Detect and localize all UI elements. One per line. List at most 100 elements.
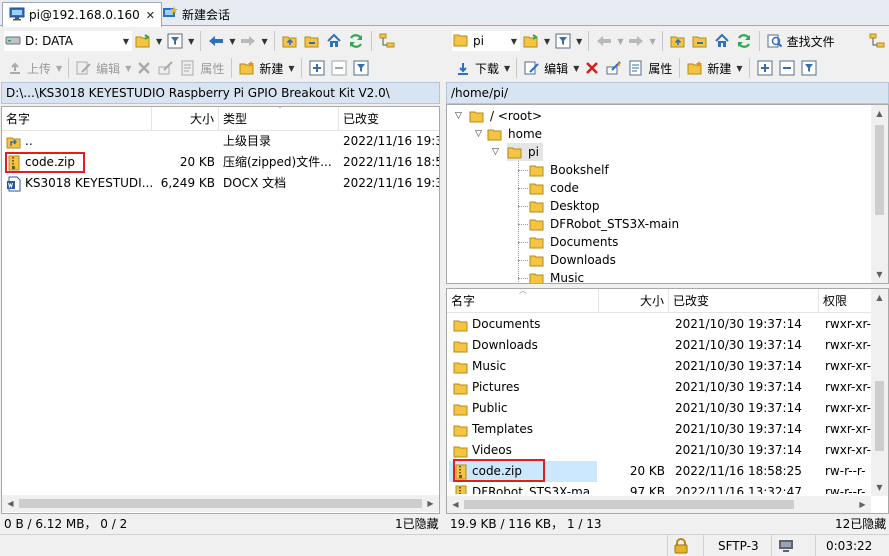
chevron-down-icon[interactable]: ▼ (511, 37, 517, 46)
chevron-down-icon[interactable]: ▼ (736, 64, 742, 73)
close-tab-icon[interactable]: ✕ (146, 9, 155, 22)
scroll-up-icon[interactable]: ▲ (871, 105, 888, 122)
select-all-icon[interactable] (755, 58, 775, 78)
scroll-thumb[interactable] (464, 500, 794, 509)
home-icon[interactable] (324, 31, 344, 51)
left-path-bar[interactable]: D:\...\KS3018 KEYESTUDIO Raspberry Pi GP… (1, 82, 440, 104)
table-row[interactable]: Music 2021/10/30 19:37:14 rwxr-xr- (447, 356, 888, 377)
edit-button[interactable]: 编辑 (73, 57, 123, 79)
new-button[interactable]: 新建 (684, 57, 734, 79)
new-button[interactable]: 新建 (236, 57, 286, 79)
chevron-down-icon[interactable]: ▼ (156, 37, 162, 46)
parent-directory-icon[interactable] (280, 31, 300, 51)
scroll-thumb[interactable] (19, 499, 422, 508)
filter-icon[interactable] (553, 31, 573, 51)
refresh-icon[interactable] (346, 31, 366, 51)
chevron-down-icon[interactable]: ▼ (288, 64, 294, 73)
chevron-down-icon[interactable]: ▼ (123, 37, 129, 46)
filter-icon[interactable] (165, 31, 185, 51)
tree-node-root[interactable]: / <root> (469, 107, 542, 125)
table-row[interactable]: Videos 2021/10/30 19:37:14 rwxr-xr- (447, 440, 888, 461)
scroll-down-icon[interactable]: ▼ (871, 266, 888, 283)
properties-button[interactable]: 属性 (625, 57, 675, 79)
table-row[interactable]: Downloads 2021/10/30 19:37:14 rwxr-xr- (447, 335, 888, 356)
left-horizontal-scrollbar[interactable]: ◀ ▶ (2, 495, 439, 512)
root-directory-icon[interactable] (690, 31, 710, 51)
remote-path-bar[interactable]: /home/pi/ (446, 82, 889, 104)
chevron-down-icon[interactable]: ▼ (188, 37, 194, 46)
column-header-modified[interactable]: 已改变 (339, 107, 439, 131)
tree-node-pi[interactable]: pi (507, 143, 543, 161)
tree-view-icon[interactable] (867, 31, 887, 51)
scroll-right-icon[interactable]: ▶ (422, 495, 439, 512)
delete-icon[interactable] (134, 58, 154, 78)
tree-node-downloads[interactable]: Downloads (529, 251, 616, 269)
deselect-icon[interactable] (777, 58, 797, 78)
scroll-thumb[interactable] (875, 381, 884, 451)
upload-button[interactable]: 上传 (4, 57, 54, 79)
file-list-horizontal-scrollbar[interactable]: ◀ ▶ (447, 496, 871, 513)
file-list-vertical-scrollbar[interactable]: ▲ ▼ (871, 289, 888, 496)
remote-directory-tree[interactable]: ▽ ▽ ▽ / <root> home pi Bookshelf code De… (446, 104, 889, 284)
local-file-list[interactable]: 名字 大小 类型 已改变 ﹀ .. 上级目录 2022/11/16 19:3 c… (1, 106, 440, 514)
filter-mask-icon[interactable] (351, 58, 371, 78)
tree-node-bookshelf[interactable]: Bookshelf (529, 161, 609, 179)
drive-selector[interactable]: D: DATA ▼ (4, 31, 132, 51)
refresh-icon[interactable] (734, 31, 754, 51)
chevron-down-icon[interactable]: ▼ (56, 64, 62, 73)
scroll-left-icon[interactable]: ◀ (447, 496, 464, 513)
column-header-name[interactable]: 名字 (2, 107, 152, 131)
tab-session-pi[interactable]: pi@192.168.0.160 ✕ (2, 2, 162, 27)
tab-new-session[interactable]: 新建会话 (156, 2, 240, 26)
scroll-up-icon[interactable]: ▲ (871, 289, 888, 306)
chevron-down-icon[interactable]: ▼ (544, 37, 550, 46)
tree-node-dfrobot[interactable]: DFRobot_STS3X-main (529, 215, 679, 233)
chevron-down-icon[interactable]: ▼ (504, 64, 510, 73)
scroll-thumb[interactable] (875, 125, 884, 215)
properties-button[interactable]: 属性 (177, 57, 227, 79)
tree-expander-icon[interactable]: ▽ (455, 111, 462, 121)
remote-file-list[interactable]: 名字 大小 已改变 权限 ︿ Documents 2021/10/30 19:3… (446, 288, 889, 514)
chevron-down-icon[interactable]: ▼ (649, 37, 655, 46)
table-row[interactable]: .. 上级目录 2022/11/16 19:3 (2, 131, 439, 152)
tree-expander-icon[interactable]: ▽ (475, 129, 482, 139)
filter-mask-icon[interactable] (799, 58, 819, 78)
edit-button[interactable]: 编辑 (521, 57, 571, 79)
delete-icon[interactable] (582, 58, 602, 78)
download-button[interactable]: 下载 (452, 57, 502, 79)
find-files-button[interactable]: 查找文件 (764, 30, 838, 52)
root-directory-icon[interactable] (302, 31, 322, 51)
tree-node-desktop[interactable]: Desktop (529, 197, 600, 215)
scroll-left-icon[interactable]: ◀ (2, 495, 19, 512)
chevron-down-icon[interactable]: ▼ (229, 37, 235, 46)
tree-node-music[interactable]: Music (529, 269, 584, 283)
scroll-down-icon[interactable]: ▼ (871, 479, 888, 496)
chevron-down-icon[interactable]: ▼ (617, 37, 623, 46)
table-row[interactable]: code.zip 20 KB 2022/11/16 18:58:25 rw-r-… (447, 461, 888, 482)
forward-arrow-icon[interactable] (238, 31, 258, 51)
home-icon[interactable] (712, 31, 732, 51)
table-row[interactable]: code.zip 20 KB 压缩(zipped)文件... 2022/11/1… (2, 152, 439, 173)
tree-node-code[interactable]: code (529, 179, 579, 197)
table-row[interactable]: Documents 2021/10/30 19:37:14 rwxr-xr- (447, 314, 888, 335)
table-row[interactable]: DFRobot_STS3X-ma... 97 KB 2022/11/16 13:… (447, 482, 888, 494)
rename-icon[interactable] (156, 58, 176, 78)
tree-vertical-scrollbar[interactable]: ▲ ▼ (871, 105, 888, 283)
table-row[interactable]: Templates 2021/10/30 19:37:14 rwxr-xr- (447, 419, 888, 440)
chevron-down-icon[interactable]: ▼ (125, 64, 131, 73)
chevron-down-icon[interactable]: ▼ (576, 37, 582, 46)
table-row[interactable]: KS3018 KEYESTUDI... 6,249 KB DOCX 文档 202… (2, 173, 439, 194)
chevron-down-icon[interactable]: ▼ (573, 64, 579, 73)
column-header-size[interactable]: 大小 (152, 107, 219, 131)
scroll-right-icon[interactable]: ▶ (854, 496, 871, 513)
open-folder-icon[interactable] (133, 31, 153, 51)
tree-node-home[interactable]: home (487, 125, 542, 143)
table-row[interactable]: Pictures 2021/10/30 19:37:14 rwxr-xr- (447, 377, 888, 398)
back-arrow-icon[interactable] (206, 31, 226, 51)
parent-directory-icon[interactable] (668, 31, 688, 51)
column-header-size[interactable]: 大小 (599, 289, 669, 313)
chevron-down-icon[interactable]: ▼ (261, 37, 267, 46)
remote-folder-selector[interactable]: pi ▼ (452, 31, 520, 51)
column-header-modified[interactable]: 已改变 (669, 289, 819, 313)
tree-view-icon[interactable] (377, 31, 397, 51)
